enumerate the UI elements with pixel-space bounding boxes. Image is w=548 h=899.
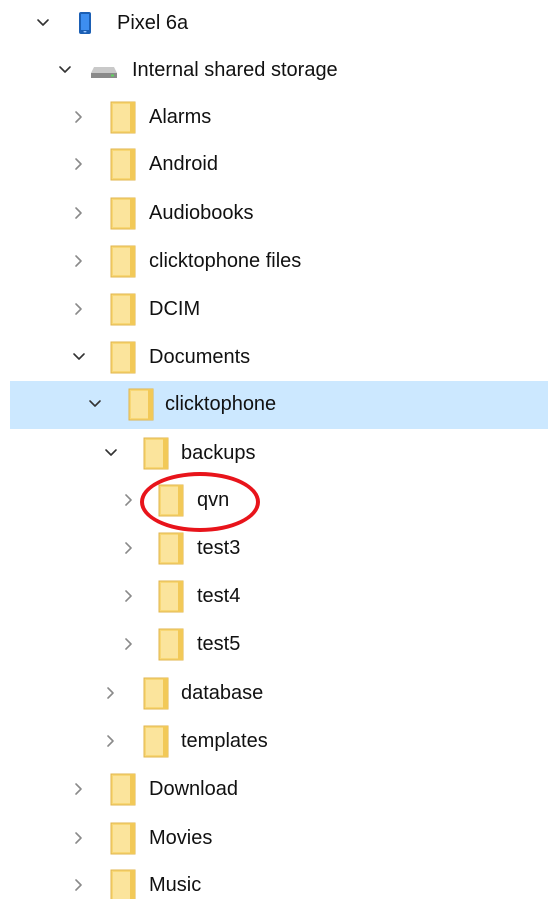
tree-item-backups[interactable]: backups [0,430,548,476]
chevron-right-icon[interactable] [68,815,90,861]
folder-icon [110,94,140,140]
tree-item-label: backups [181,442,256,464]
tree-item-label: Download [149,778,238,800]
folder-icon [128,381,158,427]
chevron-right-icon[interactable] [68,766,90,812]
tree-item-label: Audiobooks [149,202,254,224]
chevron-right-icon[interactable] [100,670,122,716]
folder-icon [143,430,173,476]
tree-item-label: Music [149,874,202,896]
folder-icon [110,286,140,332]
tree-item-device[interactable]: Pixel 6a [0,0,548,46]
tree-item-database[interactable]: database [0,670,548,716]
tree-item-movies[interactable]: Movies [0,815,548,861]
tree-item-label: Pixel 6a [117,12,189,34]
chevron-right-icon[interactable] [118,477,140,523]
tree-item-label: Internal shared storage [132,59,338,81]
tree-item-music[interactable]: Music [0,862,548,899]
tree-item-label: database [181,682,264,704]
chevron-down-icon[interactable] [100,430,122,476]
chevron-down-icon[interactable] [84,381,106,427]
tree-item-documents[interactable]: Documents [0,334,548,380]
folder-icon [143,670,173,716]
folder-icon [110,862,140,899]
tree-item-storage[interactable]: Internal shared storage [0,47,548,93]
chevron-right-icon[interactable] [68,141,90,187]
chevron-down-icon[interactable] [68,334,90,380]
tree-item-label: test4 [197,585,241,607]
tree-item-label: Movies [149,827,213,849]
phone-icon [78,0,108,46]
chevron-right-icon[interactable] [118,573,140,619]
tree-item-label: test5 [197,633,241,655]
tree-item-label: clicktophone files [149,250,302,272]
chevron-right-icon[interactable] [100,718,122,764]
chevron-right-icon[interactable] [118,621,140,667]
tree-item-label: clicktophone [165,393,277,415]
folder-icon [158,621,188,667]
folder-icon [110,815,140,861]
tree-item-test5[interactable]: test5 [0,621,548,667]
tree-item-android[interactable]: Android [0,141,548,187]
tree-item-qvn[interactable]: qvn [0,477,548,523]
tree-item-clicktophone-files[interactable]: clicktophone files [0,238,548,284]
tree-item-label: qvn [197,489,230,511]
folder-icon [110,190,140,236]
folder-icon [110,238,140,284]
chevron-right-icon[interactable] [68,238,90,284]
chevron-down-icon[interactable] [54,47,76,93]
tree-item-dcim[interactable]: DCIM [0,286,548,332]
folder-tree: Pixel 6a Internal shared storage Alarms And… [0,0,548,899]
tree-item-test4[interactable]: test4 [0,573,548,619]
tree-item-download[interactable]: Download [0,766,548,812]
tree-item-label: Android [149,153,218,175]
folder-icon [158,477,188,523]
tree-item-clicktophone[interactable]: clicktophone [10,381,548,429]
tree-item-label: Documents [149,346,251,368]
chevron-right-icon[interactable] [68,286,90,332]
folder-icon [158,525,188,571]
tree-item-templates[interactable]: templates [0,718,548,764]
chevron-right-icon[interactable] [68,862,90,899]
folder-icon [110,766,140,812]
chevron-right-icon[interactable] [68,94,90,140]
chevron-down-icon[interactable] [32,0,54,46]
folder-icon [110,141,140,187]
folder-icon [158,573,188,619]
tree-item-label: test3 [197,537,241,559]
folder-icon [110,334,140,380]
tree-item-label: DCIM [149,298,201,320]
tree-item-test3[interactable]: test3 [0,525,548,571]
tree-item-audiobooks[interactable]: Audiobooks [0,190,548,236]
folder-icon [143,718,173,764]
tree-item-alarms[interactable]: Alarms [0,94,548,140]
chevron-right-icon[interactable] [68,190,90,236]
drive-icon [90,47,120,93]
chevron-right-icon[interactable] [118,525,140,571]
tree-item-label: templates [181,730,268,752]
tree-item-label: Alarms [149,106,212,128]
